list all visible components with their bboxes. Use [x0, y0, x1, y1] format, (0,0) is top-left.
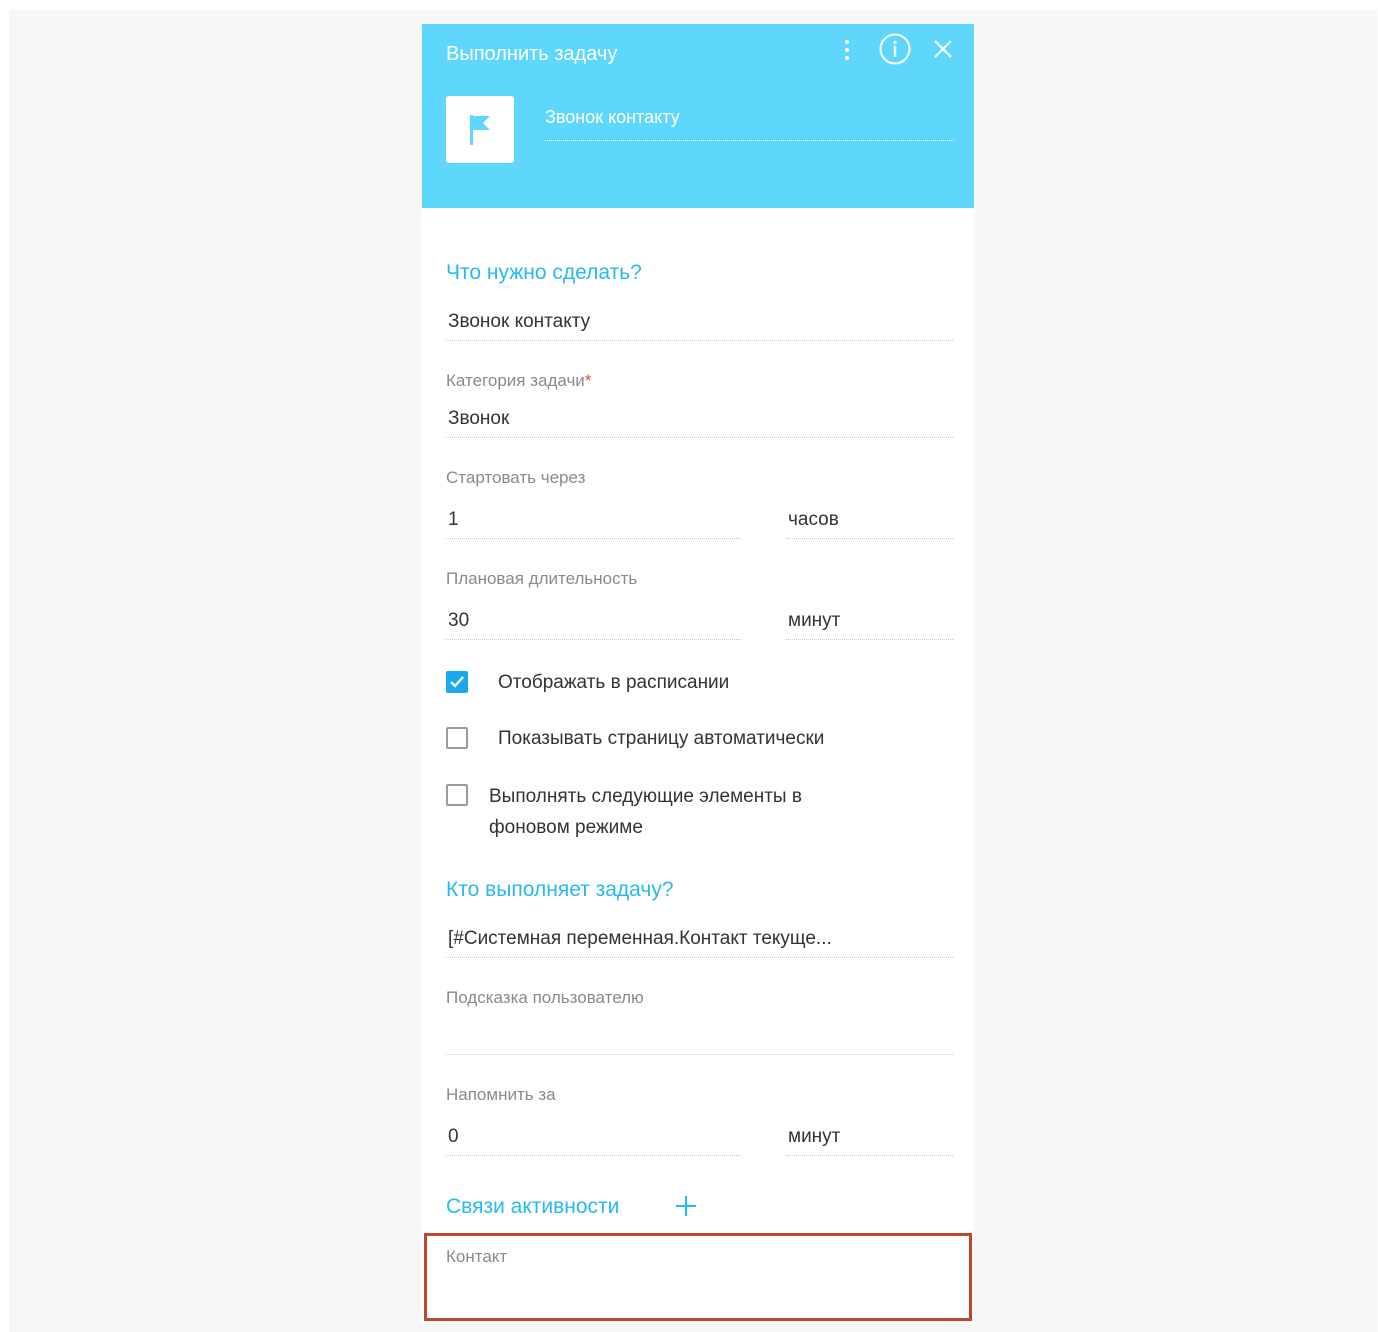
show-in-schedule-option[interactable]: Отображать в расписании: [446, 671, 866, 702]
category-label: Категория задачи*: [446, 371, 592, 390]
hint-label: Подсказка пользователю: [446, 988, 644, 1007]
who-section-title: Кто выполняет задачу?: [446, 878, 674, 901]
contact-highlight-frame: [424, 1233, 972, 1321]
start-in-input[interactable]: 1: [446, 505, 741, 539]
required-marker: *: [584, 371, 592, 390]
links-section-title: Связи активности: [446, 1195, 620, 1218]
show-in-schedule-label: Отображать в расписании: [498, 672, 730, 693]
execute-task-panel: Выполнить задачу Звонок контакту Что нуж…: [422, 24, 974, 1324]
duration-label: Плановая длительность: [446, 569, 638, 588]
duration-input[interactable]: 30: [446, 606, 741, 640]
show-page-auto-option[interactable]: Показывать страницу автоматически: [446, 727, 906, 758]
task-name-input[interactable]: Звонок контакту: [545, 104, 954, 141]
kebab-menu-icon[interactable]: [840, 38, 854, 64]
background-mode-option[interactable]: Выполнять следующие элементы в фоновом р…: [446, 784, 906, 848]
panel-header: Выполнить задачу Звонок контакту: [422, 24, 974, 208]
flag-icon: [446, 96, 514, 163]
start-in-unit-select[interactable]: часов: [786, 505, 953, 539]
show-page-auto-checkbox[interactable]: [446, 727, 468, 749]
duration-unit-select[interactable]: минут: [786, 606, 953, 640]
remind-input[interactable]: 0: [446, 1122, 741, 1156]
background-mode-checkbox[interactable]: [446, 784, 468, 806]
background-mode-label-line1: Выполнять следующие элементы в: [489, 786, 802, 807]
show-page-auto-label: Показывать страницу автоматически: [498, 728, 825, 749]
hint-input[interactable]: [446, 1021, 953, 1055]
remind-unit-select[interactable]: минут: [786, 1122, 953, 1156]
plus-icon[interactable]: [674, 1194, 698, 1218]
start-in-label: Стартовать через: [446, 468, 586, 487]
subject-input[interactable]: Звонок контакту: [446, 307, 953, 341]
what-section-title: Что нужно сделать?: [446, 261, 642, 284]
close-icon[interactable]: [932, 38, 954, 60]
owner-lookup[interactable]: [#Системная переменная.Контакт текуще...: [446, 924, 953, 958]
category-lookup[interactable]: Звонок: [446, 404, 953, 438]
show-in-schedule-checkbox[interactable]: [446, 671, 468, 693]
background-mode-label-line2: фоновом режиме: [489, 817, 643, 838]
remind-label: Напомнить за: [446, 1085, 556, 1104]
info-icon[interactable]: [879, 33, 911, 65]
panel-title: Выполнить задачу: [446, 43, 618, 65]
